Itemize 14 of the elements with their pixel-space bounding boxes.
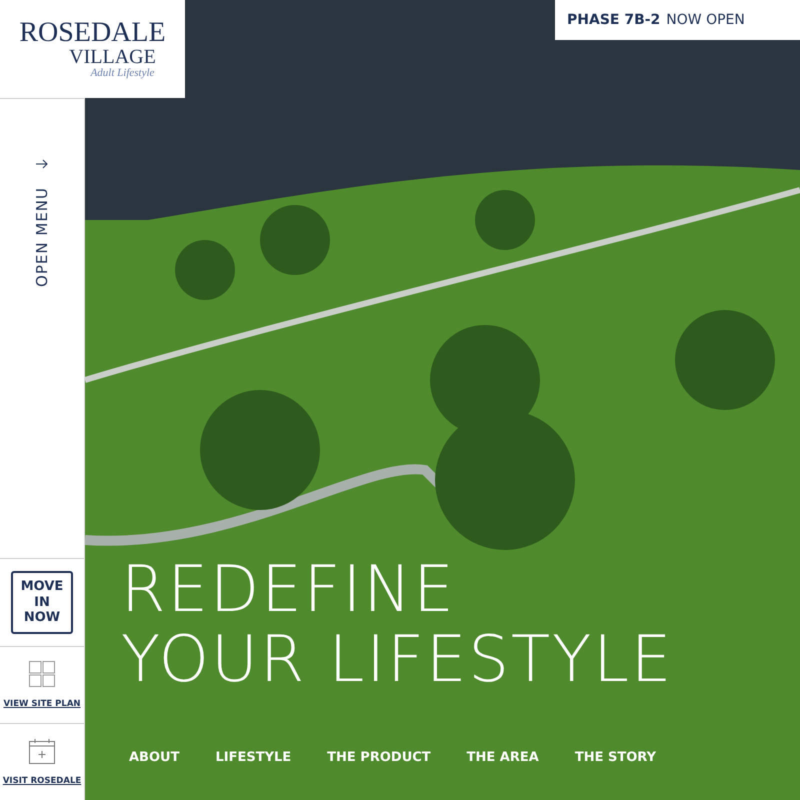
nav-link[interactable]: THE PRODUCT (327, 750, 431, 765)
announcement-banner[interactable]: PHASE 7B-2 NOW OPEN (555, 0, 800, 40)
nav-link[interactable]: LIFESTYLE (215, 750, 292, 765)
grid-icon (29, 661, 55, 687)
sidebar-link[interactable]: VISIT ROSEDALE (2, 776, 82, 786)
nav-link[interactable]: ABOUT (129, 750, 180, 765)
arrow-icon (36, 159, 48, 169)
nav-link[interactable]: THE AREA (466, 750, 539, 765)
open-menu-button[interactable]: OPEN MENU (33, 99, 51, 287)
move-in-now-button[interactable]: MOVE IN NOW (11, 571, 73, 634)
hero-headline: REDEFINE YOUR LIFESTYLE (121, 555, 674, 696)
calendar-icon (29, 738, 55, 764)
sidebar-link[interactable]: VIEW SITE PLAN (3, 699, 81, 709)
nav-link[interactable]: THE STORY (574, 750, 656, 765)
